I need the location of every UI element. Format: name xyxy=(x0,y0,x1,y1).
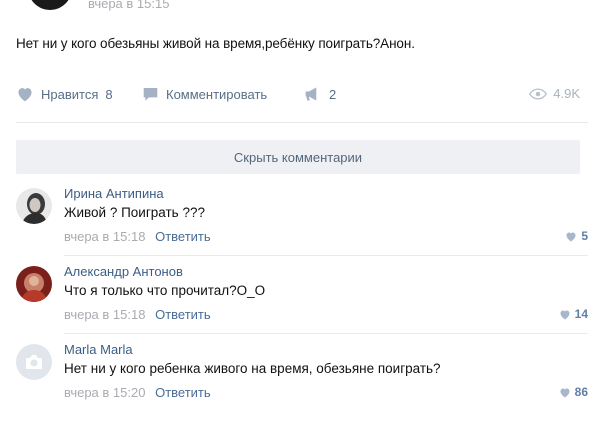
comment-label: Комментировать xyxy=(166,86,268,102)
comment-meta: вчера в 15:18 Ответить xyxy=(64,307,211,322)
share-button[interactable]: 2 xyxy=(304,86,336,102)
share-count: 2 xyxy=(329,86,337,102)
avatar[interactable] xyxy=(16,344,52,380)
comment-text: Нет ни у кого ребенка живого на время, о… xyxy=(64,361,441,376)
views-count: 4.9K xyxy=(553,86,580,101)
comment-like-count: 5 xyxy=(581,229,588,243)
comment-like-count: 14 xyxy=(574,307,588,321)
comment-item: Александр Антонов Что я только что прочи… xyxy=(16,264,588,344)
comment-author[interactable]: Александр Антонов xyxy=(64,264,183,279)
post-author-avatar[interactable] xyxy=(28,0,72,10)
heart-icon xyxy=(566,232,576,241)
heart-icon xyxy=(560,310,570,319)
reply-button[interactable]: Ответить xyxy=(155,307,211,322)
hide-comments-button[interactable]: Скрыть комментарии xyxy=(16,140,580,174)
reply-button[interactable]: Ответить xyxy=(155,229,211,244)
like-count: 8 xyxy=(105,86,113,102)
comment-text: Живой ? Поиграть ??? xyxy=(64,205,205,220)
comment-like-button[interactable]: 14 xyxy=(559,307,588,321)
comment-button[interactable]: Комментировать xyxy=(142,86,267,102)
reply-button[interactable]: Ответить xyxy=(155,385,211,400)
comment-author[interactable]: Ирина Антипина xyxy=(64,186,164,201)
comment-time[interactable]: вчера в 15:18 xyxy=(64,307,145,322)
comment-meta: вчера в 15:20 Ответить xyxy=(64,385,211,400)
comment-item: Ирина Антипина Живой ? Поиграть ??? вчер… xyxy=(16,186,588,266)
post-timestamp[interactable]: вчера в 15:15 xyxy=(88,0,169,11)
avatar[interactable] xyxy=(16,266,52,302)
comment-divider xyxy=(64,333,588,334)
megaphone-icon xyxy=(305,87,317,101)
comment-divider xyxy=(64,255,588,256)
post-actions-bar: Нравится 8 Комментировать 2 4.9K xyxy=(16,86,588,106)
like-button[interactable]: Нравится 8 xyxy=(16,86,113,102)
heart-icon xyxy=(18,88,32,102)
post-text: Нет ни у кого обезьяны живой на время,ре… xyxy=(16,36,415,51)
comment-like-button[interactable]: 5 xyxy=(565,229,588,243)
comment-time[interactable]: вчера в 15:20 xyxy=(64,385,145,400)
post-divider xyxy=(16,122,588,123)
heart-icon xyxy=(560,388,570,397)
views-counter: 4.9K xyxy=(529,86,580,101)
comment-like-count: 86 xyxy=(574,385,588,399)
avatar[interactable] xyxy=(16,188,52,224)
camera-icon xyxy=(26,355,42,369)
comment-time[interactable]: вчера в 15:18 xyxy=(64,229,145,244)
comment-icon xyxy=(143,88,158,101)
eye-icon xyxy=(529,87,548,100)
comment-author[interactable]: Marla Marla xyxy=(64,342,133,357)
comment-like-button[interactable]: 86 xyxy=(559,385,588,399)
comment-item: Marla Marla Нет ни у кого ребенка живого… xyxy=(16,342,588,422)
comment-meta: вчера в 15:18 Ответить xyxy=(64,229,211,244)
like-label: Нравится xyxy=(41,86,99,102)
comment-text: Что я только что прочитал?О_О xyxy=(64,283,266,298)
